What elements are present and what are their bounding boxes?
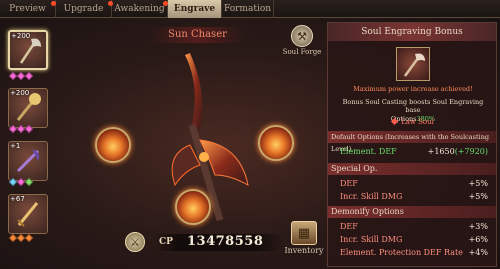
item-slot-blade[interactable]: +1 <box>8 141 48 181</box>
stat-value-bonus: (+7920) <box>454 147 488 156</box>
special-options-header: Special Op. <box>328 163 496 175</box>
soul-forge-button[interactable]: ⚒ Soul Forge <box>282 25 322 61</box>
default-options-header: Default Options (Increases with the Soul… <box>328 131 496 153</box>
stat-row: DEF +5% <box>328 177 496 191</box>
soul-slot-flame-bottom[interactable] <box>175 189 211 225</box>
stat-row: Incr. Skill DMG +6% <box>328 233 496 247</box>
stat-value: +1650(+7920) <box>428 145 488 159</box>
forge-icon: ⚒ <box>291 25 313 47</box>
inventory-label: Inventory <box>284 246 324 255</box>
stat-name: Element. DEF <box>340 147 397 156</box>
soul-forge-label: Soul Forge <box>282 48 322 56</box>
chest-icon: ▦ <box>291 221 317 245</box>
stat-name: Element. Protection DEF Rate <box>340 248 463 257</box>
stat-value: +3% <box>468 222 488 231</box>
notification-dot <box>51 1 56 6</box>
weapon-thumbnail <box>396 47 430 81</box>
stat-row: Element. Protection DEF Rate +4% <box>328 246 496 260</box>
tab-awakening[interactable]: Awakening <box>112 0 168 18</box>
inventory-button[interactable]: ▦ Inventory <box>284 221 324 255</box>
item-slot-axe[interactable]: +200 <box>8 30 48 70</box>
item-slot-mace[interactable]: +200 <box>8 88 48 128</box>
crossed-swords-icon: ⚔ <box>125 232 145 252</box>
weapon-name-banner: Sun Chaser <box>150 27 245 43</box>
gem-icon <box>24 71 34 81</box>
stat-value: +6% <box>468 235 488 244</box>
axe-icon <box>19 38 41 64</box>
stat-name: Incr. Skill DMG <box>340 235 403 244</box>
cp-value: 13478558 <box>187 234 264 249</box>
soul-slot-flame-left[interactable] <box>95 127 131 163</box>
stat-row: DEF +3% <box>328 220 496 234</box>
stat-name: DEF <box>340 222 358 231</box>
stat-value: +5% <box>468 179 488 188</box>
gem-row <box>8 71 34 81</box>
stat-value: +5% <box>468 192 488 201</box>
axe-icon <box>403 53 425 77</box>
item-slot-sword[interactable]: +67 <box>8 194 48 234</box>
stat-row: Incr. Skill DMG +5% <box>328 190 496 204</box>
stat-value-base: +1650 <box>427 147 455 156</box>
gem-row <box>8 233 34 243</box>
panel-title: Soul Engraving Bonus <box>328 23 496 41</box>
stat-row: Element. DEF +1650(+7920) <box>328 145 496 159</box>
gem-icon <box>24 124 34 134</box>
stat-value: +4% <box>468 248 488 257</box>
combat-power: ⚔ CP 13478558 <box>125 230 285 254</box>
notification-dot <box>163 1 168 6</box>
diamond-icon <box>391 117 399 126</box>
sword-icon <box>17 202 39 227</box>
blade-icon <box>16 149 40 173</box>
soul-engraving-panel: Soul Engraving Bonus Maximum power incre… <box>327 22 497 267</box>
notification-dot <box>108 1 113 6</box>
boost-text: Bonus Soul Casting boosts Soul Engraving… <box>342 98 484 115</box>
stat-name: DEF <box>340 179 358 188</box>
demonify-options-header: Demonify Options <box>328 206 496 218</box>
stat-name: Incr. Skill DMG <box>340 192 403 201</box>
tab-bar: Preview Upgrade Awakening Engrave Soul F… <box>0 0 500 32</box>
tab-preview[interactable]: Preview <box>0 0 56 18</box>
tab-engrave-soul[interactable]: Engrave Soul <box>168 0 222 32</box>
gem-icon <box>24 177 34 187</box>
tab-upgrade[interactable]: Upgrade <box>56 0 112 18</box>
gem-row <box>8 124 34 134</box>
cp-label: CP <box>159 237 173 247</box>
tab-formation[interactable]: Formation <box>222 0 274 18</box>
soul-type-label: Law Soul <box>401 118 434 126</box>
mace-icon <box>16 93 41 121</box>
soul-slot-flame-right[interactable] <box>258 125 294 161</box>
gem-row <box>8 177 34 187</box>
max-power-message: Maximum power increase achieved! <box>353 85 473 93</box>
gem-icon <box>24 233 34 243</box>
soul-type: Law Soul <box>328 117 496 126</box>
